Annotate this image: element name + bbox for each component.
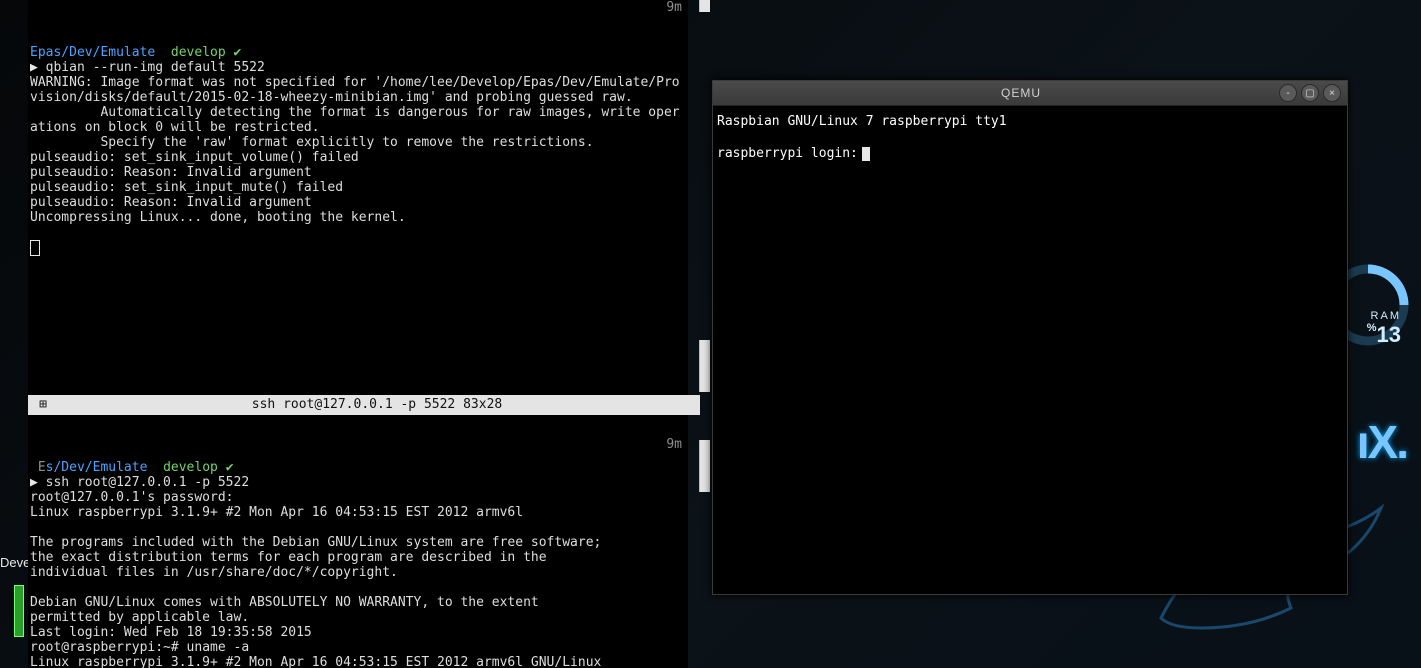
- qemu-title: QEMU: [763, 86, 1279, 100]
- elapsed-time: 9m: [666, 437, 682, 452]
- prompt-arrow: ▶: [30, 60, 46, 75]
- shell-cmd: uname -a: [187, 640, 250, 655]
- ram-label: RAM: [1367, 310, 1401, 322]
- term-line: individual files in /usr/share/doc/*/cop…: [30, 565, 398, 580]
- tmux-title: ssh root@127.0.0.1 -p 5522 83x28: [54, 395, 700, 415]
- term-line: Linux raspberrypi 3.1.9+ #2 Mon Apr 16 0…: [30, 655, 601, 668]
- maximize-button[interactable]: ▢: [1301, 84, 1319, 102]
- term-line: Specify the 'raw' format explicitly to r…: [30, 135, 594, 150]
- term-line: vision/disks/default/2015-02-18-wheezy-m…: [30, 90, 633, 105]
- desktop-brand-fragment: ıX.: [1357, 415, 1407, 469]
- elapsed-time: 9m: [666, 0, 682, 15]
- git-branch: develop: [171, 45, 226, 60]
- term-line: WARNING: Image format was not specified …: [30, 75, 680, 90]
- git-branch: develop: [163, 460, 218, 475]
- qemu-titlebar[interactable]: QEMU ‐ ▢ ×: [713, 81, 1347, 106]
- path-segment: s/Dev/Emulate: [46, 460, 148, 475]
- term-line: Last login: Wed Feb 18 19:35:58 2015: [30, 625, 312, 640]
- prompt-arrow: ▶: [30, 475, 46, 490]
- terminal-column: Epas/Dev/Emulate develop ✔ ▶ qbian --run…: [28, 0, 700, 668]
- term-line: root@127.0.0.1's password:: [30, 490, 234, 505]
- path-segment: Epas/Dev/Emulate: [30, 45, 155, 60]
- terminal-top[interactable]: Epas/Dev/Emulate develop ✔ ▶ qbian --run…: [28, 0, 688, 395]
- term-line: permitted by applicable law.: [30, 610, 249, 625]
- close-button[interactable]: ×: [1323, 84, 1341, 102]
- qemu-window[interactable]: QEMU ‐ ▢ × Raspbian GNU/Linux 7 raspberr…: [712, 80, 1348, 595]
- term-line: the exact distribution terms for each pr…: [30, 550, 547, 565]
- term-line: pulseaudio: Reason: Invalid argument: [30, 195, 312, 210]
- cursor: [30, 240, 40, 256]
- git-status-mark: ✔: [226, 460, 234, 475]
- bottom-command: ssh root@127.0.0.1 -p 5522: [46, 475, 250, 490]
- top-command: qbian --run-img default 5522: [46, 60, 265, 75]
- scrollbar-stub[interactable]: [699, 340, 710, 392]
- qemu-line: raspberrypi login:: [717, 146, 858, 161]
- term-line: ations on block 0 will be restricted.: [30, 120, 320, 135]
- git-status-mark: ✔: [234, 45, 242, 60]
- term-line: pulseaudio: Reason: Invalid argument: [30, 165, 312, 180]
- term-line: Linux raspberrypi 3.1.9+ #2 Mon Apr 16 0…: [30, 505, 523, 520]
- path-segment-dim: E: [30, 460, 46, 475]
- qemu-console[interactable]: Raspbian GNU/Linux 7 raspberrypi tty1 ra…: [713, 106, 1347, 170]
- term-line: Debian GNU/Linux comes with ABSOLUTELY N…: [30, 595, 539, 610]
- desktop: RAM %13 ıX. Deve Epas/Dev/Emulate develo…: [0, 0, 1421, 668]
- term-line: Automatically detecting the format is da…: [30, 105, 680, 120]
- desktop-left-tag: Deve: [0, 555, 30, 570]
- terminal-bottom[interactable]: Es/Dev/Emulate develop ✔ ▶ ssh root@127.…: [28, 415, 688, 668]
- cursor: [862, 147, 870, 161]
- ram-value: 13: [1377, 322, 1401, 347]
- shell-prompt: root@raspberrypi:~#: [30, 640, 187, 655]
- scrollbar-stub[interactable]: [699, 0, 710, 12]
- scrollbar-stub[interactable]: [699, 440, 710, 492]
- tmux-status-bar[interactable]: ⊞ ssh root@127.0.0.1 -p 5522 83x28: [28, 395, 700, 415]
- minimize-button[interactable]: ‐: [1279, 84, 1297, 102]
- ram-pct-sign: %: [1367, 322, 1377, 334]
- term-line: pulseaudio: set_sink_input_mute() failed: [30, 180, 343, 195]
- qemu-line: Raspbian GNU/Linux 7 raspberrypi tty1: [717, 114, 1007, 129]
- tmux-pane-icon: ⊞: [32, 395, 54, 415]
- ram-label-block: RAM %13: [1367, 310, 1401, 348]
- desktop-left-bar: [14, 585, 24, 637]
- term-line: pulseaudio: set_sink_input_volume() fail…: [30, 150, 359, 165]
- term-line: The programs included with the Debian GN…: [30, 535, 601, 550]
- term-line: Uncompressing Linux... done, booting the…: [30, 210, 406, 225]
